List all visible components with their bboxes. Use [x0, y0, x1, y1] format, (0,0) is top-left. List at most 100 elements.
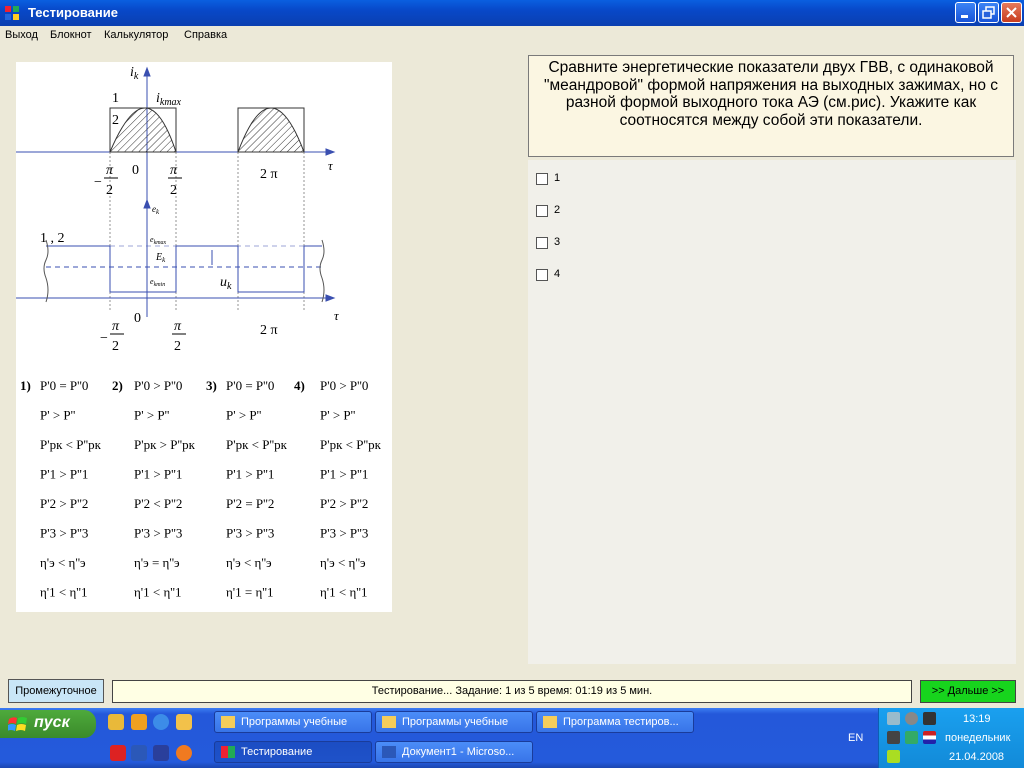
menu-exit[interactable]: Выход [5, 29, 38, 41]
relation-expression: P' > P'' [40, 408, 75, 423]
relation-expression: P'рк < P''рк [226, 437, 288, 452]
relation-expression: P'рк < P''рк [320, 437, 382, 452]
tray-icon-5[interactable] [905, 731, 918, 744]
answer-checkbox-1[interactable] [536, 173, 548, 185]
restore-button[interactable] [978, 2, 999, 23]
start-label: пуск [34, 714, 70, 731]
answer-checkbox-2[interactable] [536, 205, 548, 217]
relation-expression: P'1 > P''1 [226, 467, 274, 482]
relation-expression: P'0 > P''0 [134, 378, 182, 393]
clock-time[interactable]: 13:19 [963, 713, 991, 725]
network-icon[interactable] [887, 712, 900, 725]
task-label: Программы учебные [241, 716, 348, 728]
title-bar[interactable]: Тестирование [0, 0, 1024, 26]
tray-icon-2[interactable] [905, 712, 918, 725]
relation-expression: η'1 = η''1 [226, 585, 273, 600]
folder-icon [382, 716, 396, 728]
menu-calculator[interactable]: Калькулятор [104, 29, 168, 41]
uk-square-wave [46, 245, 322, 293]
minimize-button[interactable] [955, 2, 976, 23]
answer-checkbox-4[interactable] [536, 269, 548, 281]
tray-icon-3[interactable] [923, 712, 936, 725]
label-ekmin-sub: kmin [154, 282, 166, 288]
svg-text:uk: uk [220, 275, 232, 292]
relation-expression: P'3 > P''3 [320, 526, 368, 541]
folder-icon[interactable] [176, 714, 192, 730]
menu-notepad[interactable]: Блокнот [50, 29, 92, 41]
relation-expression: P'1 > P''1 [134, 467, 182, 482]
label-curve-1: 1 [112, 91, 119, 106]
tray-icon-4[interactable] [887, 731, 900, 744]
svg-text:ekmin: ekmin [150, 277, 165, 288]
word-icon[interactable] [131, 745, 147, 761]
folder-icon [543, 716, 557, 728]
close-icon [1006, 7, 1017, 18]
minimize-icon [961, 15, 968, 18]
app-icon [221, 746, 235, 758]
relation-expression: η'э < η''э [226, 555, 272, 570]
label-zero-top: 0 [132, 163, 139, 178]
quicklaunch-icon-1[interactable] [108, 714, 124, 730]
ie-icon[interactable] [153, 714, 169, 730]
save-icon[interactable] [153, 745, 169, 761]
task-word-document[interactable]: Документ1 - Microso... [375, 741, 533, 763]
label-pi-left-top: π [106, 163, 114, 178]
restore-icon [982, 6, 995, 19]
label-ekmax-sub: kmax [154, 240, 167, 246]
task-programs-2[interactable]: Программы учебные [375, 711, 533, 733]
clock-day: понедельник [945, 732, 1011, 744]
label-2pi-bottom: 2 π [260, 323, 278, 338]
window-title: Тестирование [28, 5, 118, 20]
relation-expression: P'2 > P''2 [40, 496, 88, 511]
label-tau-top: τ [328, 158, 334, 173]
flag-icon[interactable] [923, 731, 936, 744]
question-figure: ik ikmax 1 2 0 2 π τ − π 2 π 2 ek ekmax [16, 62, 392, 612]
next-button[interactable]: >> Дальше >> [920, 680, 1016, 703]
relation-expression: P' > P'' [134, 408, 169, 423]
relation-expression: η'1 < η''1 [320, 585, 367, 600]
answer-label-2: 2 [554, 204, 561, 216]
relation-expression: η'1 < η''1 [40, 585, 87, 600]
intermediate-button[interactable]: Промежуточное [8, 679, 104, 703]
label-Ek-sub: k [162, 256, 166, 264]
system-tray: 13:19 понедельник 21.04.2008 [878, 708, 1024, 768]
task-testing[interactable]: Тестирование [214, 741, 372, 763]
relation-expression: P'рк > P''рк [134, 437, 196, 452]
relation-expression: P'2 > P''2 [320, 496, 368, 511]
tray-icon-7[interactable] [887, 750, 900, 763]
label-curves-12: 1 , 2 [40, 231, 65, 246]
label-Ek: E [155, 252, 162, 263]
taskbar: пуск Программы учебные Программы учебные… [0, 708, 1024, 768]
svg-text:Ek: Ek [155, 252, 166, 264]
label-2-right-bottom: 2 [174, 339, 181, 354]
label-pi-right-bottom: π [174, 319, 182, 334]
quicklaunch-icon-2[interactable] [131, 714, 147, 730]
label-tau-bottom: τ [334, 308, 340, 323]
task-label: Программа тестиров... [563, 716, 679, 728]
task-testing-program[interactable]: Программа тестиров... [536, 711, 694, 733]
mail-icon[interactable] [176, 745, 192, 761]
task-label: Тестирование [241, 746, 313, 758]
waveform-diagram: ik ikmax 1 2 0 2 π τ − π 2 π 2 ek ekmax [16, 65, 382, 600]
start-button[interactable]: пуск [0, 710, 96, 738]
folder-icon [221, 716, 235, 728]
close-button[interactable] [1001, 2, 1022, 23]
relation-number: 4) [294, 378, 305, 393]
relation-expression: P'3 > P''3 [40, 526, 88, 541]
menu-help[interactable]: Справка [184, 29, 227, 41]
svg-text:ek: ek [152, 204, 160, 216]
answer-checkbox-3[interactable] [536, 237, 548, 249]
relation-expression: P'3 > P''3 [134, 526, 182, 541]
answer-label-3: 3 [554, 236, 561, 248]
label-2-right-top: 2 [170, 183, 177, 198]
quicklaunch-icon-5[interactable] [110, 745, 126, 761]
language-indicator[interactable]: EN [848, 732, 863, 744]
label-2-left-top: 2 [106, 183, 113, 198]
status-bar: Тестирование... Задание: 1 из 5 время: 0… [112, 680, 912, 703]
label-ik-sub: k [134, 71, 139, 82]
task-programs-1[interactable]: Программы учебные [214, 711, 372, 733]
relation-expression: P'2 < P''2 [134, 496, 182, 511]
windows-logo-icon [8, 717, 27, 731]
relation-number: 1) [20, 378, 31, 393]
relation-expression: η'1 < η''1 [134, 585, 181, 600]
